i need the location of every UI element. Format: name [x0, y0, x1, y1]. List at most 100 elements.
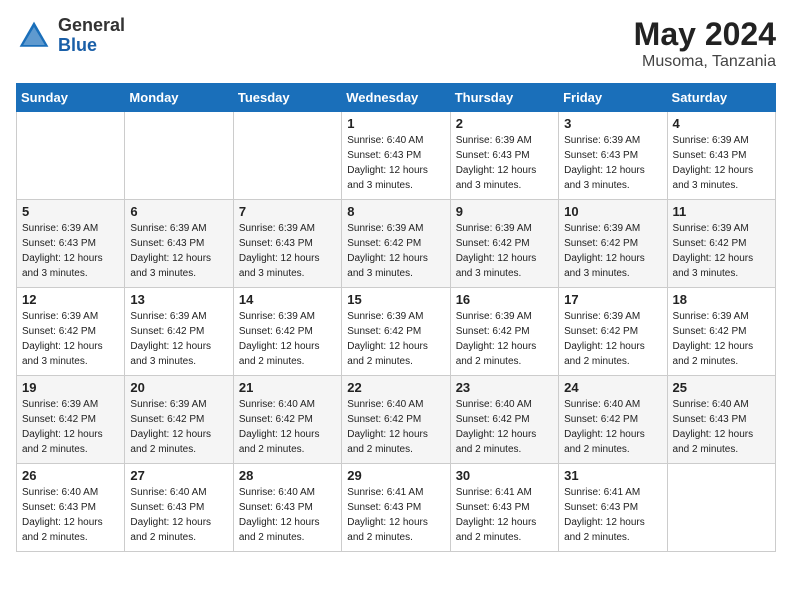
calendar-cell: 17 Sunrise: 6:39 AMSunset: 6:42 PMDayligh… [559, 288, 667, 376]
calendar-cell: 29Sunrise: 6:41 AMSunset: 6:43 PMDayligh… [342, 464, 450, 552]
day-number: 11 [673, 204, 770, 219]
day-info: Sunrise: 6:39 AMSunset: 6:43 PMDaylight:… [130, 221, 227, 281]
week-row-3: 12Sunrise: 6:39 AMSunset: 6:42 PMDayligh… [17, 288, 776, 376]
location: Musoma, Tanzania [634, 53, 776, 71]
title-block: May 2024 Musoma, Tanzania [634, 16, 776, 71]
day-number: 21 [239, 380, 336, 395]
calendar-cell: 25 Sunrise: 6:40 AMSunset: 6:43 PMDayligh… [667, 376, 775, 464]
day-number: 9 [456, 204, 553, 219]
day-info: Sunrise: 6:40 AMSunset: 6:43 PMDaylight:… [22, 485, 119, 545]
calendar-cell: 10 Sunrise: 6:39 AMSunset: 6:42 PMDayligh… [559, 200, 667, 288]
day-number: 17 [564, 292, 661, 307]
calendar-cell: 15 Sunrise: 6:39 AMSunset: 6:42 PMDayligh… [342, 288, 450, 376]
day-info: Sunrise: 6:40 AMSunset: 6:42 PMDaylight:… [564, 397, 661, 457]
day-info: Sunrise: 6:40 AMSunset: 6:42 PMDaylight:… [456, 397, 553, 457]
calendar-cell: 7Sunrise: 6:39 AMSunset: 6:43 PMDaylight… [233, 200, 341, 288]
day-number: 1 [347, 116, 444, 131]
weekday-row: SundayMondayTuesdayWednesdayThursdayFrid… [17, 84, 776, 112]
logo-text: General Blue [58, 16, 125, 56]
weekday-header-monday: Monday [125, 84, 233, 112]
logo-blue: Blue [58, 36, 125, 56]
day-info: Sunrise: 6:39 AMSunset: 6:42 PMDaylight:… [673, 221, 770, 281]
day-number: 18 [673, 292, 770, 307]
calendar-cell: 20 Sunrise: 6:39 AMSunset: 6:42 PMDayligh… [125, 376, 233, 464]
day-number: 29 [347, 468, 444, 483]
day-number: 26 [22, 468, 119, 483]
weekday-header-wednesday: Wednesday [342, 84, 450, 112]
day-number: 20 [130, 380, 227, 395]
day-info: Sunrise: 6:41 AMSunset: 6:43 PMDaylight:… [564, 485, 661, 545]
calendar-cell [17, 112, 125, 200]
day-number: 2 [456, 116, 553, 131]
logo: General Blue [16, 16, 125, 56]
calendar-cell: 26 Sunrise: 6:40 AMSunset: 6:43 PMDayligh… [17, 464, 125, 552]
calendar-cell: 22Sunrise: 6:40 AMSunset: 6:42 PMDayligh… [342, 376, 450, 464]
day-info: Sunrise: 6:39 AMSunset: 6:42 PMDaylight:… [564, 309, 661, 369]
calendar-cell: 12Sunrise: 6:39 AMSunset: 6:42 PMDayligh… [17, 288, 125, 376]
day-info: Sunrise: 6:40 AMSunset: 6:43 PMDaylight:… [130, 485, 227, 545]
day-number: 15 [347, 292, 444, 307]
day-number: 22 [347, 380, 444, 395]
day-number: 27 [130, 468, 227, 483]
day-number: 25 [673, 380, 770, 395]
calendar-cell: 19 Sunrise: 6:39 AMSunset: 6:42 PMDayligh… [17, 376, 125, 464]
day-number: 10 [564, 204, 661, 219]
day-info: Sunrise: 6:39 AMSunset: 6:42 PMDaylight:… [673, 309, 770, 369]
day-number: 4 [673, 116, 770, 131]
day-info: Sunrise: 6:39 AMSunset: 6:42 PMDaylight:… [130, 397, 227, 457]
calendar-cell: 13Sunrise: 6:39 AMSunset: 6:42 PMDayligh… [125, 288, 233, 376]
logo-icon [16, 18, 52, 54]
week-row-1: 1Sunrise: 6:40 AMSunset: 6:43 PMDaylight… [17, 112, 776, 200]
month-year: May 2024 [634, 16, 776, 53]
calendar-cell: 2 Sunrise: 6:39 AMSunset: 6:43 PMDaylight… [450, 112, 558, 200]
week-row-5: 26 Sunrise: 6:40 AMSunset: 6:43 PMDayligh… [17, 464, 776, 552]
calendar-body: 1 Sunrise: 6:40 AMSunset: 6:43 PMDaylight… [17, 112, 776, 552]
day-number: 14 [239, 292, 336, 307]
calendar-cell [233, 112, 341, 200]
day-number: 6 [130, 204, 227, 219]
weekday-header-thursday: Thursday [450, 84, 558, 112]
week-row-4: 19 Sunrise: 6:39 AMSunset: 6:42 PMDayligh… [17, 376, 776, 464]
day-info: Sunrise: 6:39 AMSunset: 6:43 PMDaylight:… [22, 221, 119, 281]
day-number: 31 [564, 468, 661, 483]
weekday-header-friday: Friday [559, 84, 667, 112]
day-number: 19 [22, 380, 119, 395]
day-info: Sunrise: 6:39 AMSunset: 6:43 PMDaylight:… [456, 133, 553, 193]
calendar-cell: 31 Sunrise: 6:41 AMSunset: 6:43 PMDayligh… [559, 464, 667, 552]
calendar-cell: 27 Sunrise: 6:40 AMSunset: 6:43 PMDayligh… [125, 464, 233, 552]
day-number: 28 [239, 468, 336, 483]
day-info: Sunrise: 6:40 AMSunset: 6:43 PMDaylight:… [673, 397, 770, 457]
day-info: Sunrise: 6:41 AMSunset: 6:43 PMDaylight:… [456, 485, 553, 545]
calendar-cell: 28Sunrise: 6:40 AMSunset: 6:43 PMDayligh… [233, 464, 341, 552]
calendar-cell: 4 Sunrise: 6:39 AMSunset: 6:43 PMDaylight… [667, 112, 775, 200]
day-number: 23 [456, 380, 553, 395]
day-info: Sunrise: 6:39 AMSunset: 6:43 PMDaylight:… [239, 221, 336, 281]
weekday-header-tuesday: Tuesday [233, 84, 341, 112]
calendar-cell: 21 Sunrise: 6:40 AMSunset: 6:42 PMDayligh… [233, 376, 341, 464]
calendar-cell: 6 Sunrise: 6:39 AMSunset: 6:43 PMDaylight… [125, 200, 233, 288]
day-info: Sunrise: 6:40 AMSunset: 6:42 PMDaylight:… [239, 397, 336, 457]
day-number: 8 [347, 204, 444, 219]
day-info: Sunrise: 6:39 AMSunset: 6:42 PMDaylight:… [347, 221, 444, 281]
weekday-header-sunday: Sunday [17, 84, 125, 112]
calendar-cell: 18 Sunrise: 6:39 AMSunset: 6:42 PMDayligh… [667, 288, 775, 376]
day-info: Sunrise: 6:39 AMSunset: 6:43 PMDaylight:… [673, 133, 770, 193]
calendar-header: SundayMondayTuesdayWednesdayThursdayFrid… [17, 84, 776, 112]
day-info: Sunrise: 6:39 AMSunset: 6:43 PMDaylight:… [564, 133, 661, 193]
day-info: Sunrise: 6:39 AMSunset: 6:42 PMDaylight:… [564, 221, 661, 281]
calendar-cell: 5Sunrise: 6:39 AMSunset: 6:43 PMDaylight… [17, 200, 125, 288]
calendar-cell: 11 Sunrise: 6:39 AMSunset: 6:42 PMDayligh… [667, 200, 775, 288]
weekday-header-saturday: Saturday [667, 84, 775, 112]
calendar-table: SundayMondayTuesdayWednesdayThursdayFrid… [16, 83, 776, 552]
calendar-cell: 14 Sunrise: 6:39 AMSunset: 6:42 PMDayligh… [233, 288, 341, 376]
logo-general: General [58, 16, 125, 36]
calendar-cell: 16Sunrise: 6:39 AMSunset: 6:42 PMDayligh… [450, 288, 558, 376]
day-info: Sunrise: 6:39 AMSunset: 6:42 PMDaylight:… [347, 309, 444, 369]
day-info: Sunrise: 6:39 AMSunset: 6:42 PMDaylight:… [239, 309, 336, 369]
day-number: 13 [130, 292, 227, 307]
calendar-cell: 3Sunrise: 6:39 AMSunset: 6:43 PMDaylight… [559, 112, 667, 200]
page-header: General Blue May 2024 Musoma, Tanzania [16, 16, 776, 71]
day-info: Sunrise: 6:39 AMSunset: 6:42 PMDaylight:… [456, 309, 553, 369]
day-info: Sunrise: 6:39 AMSunset: 6:42 PMDaylight:… [22, 397, 119, 457]
day-info: Sunrise: 6:39 AMSunset: 6:42 PMDaylight:… [456, 221, 553, 281]
